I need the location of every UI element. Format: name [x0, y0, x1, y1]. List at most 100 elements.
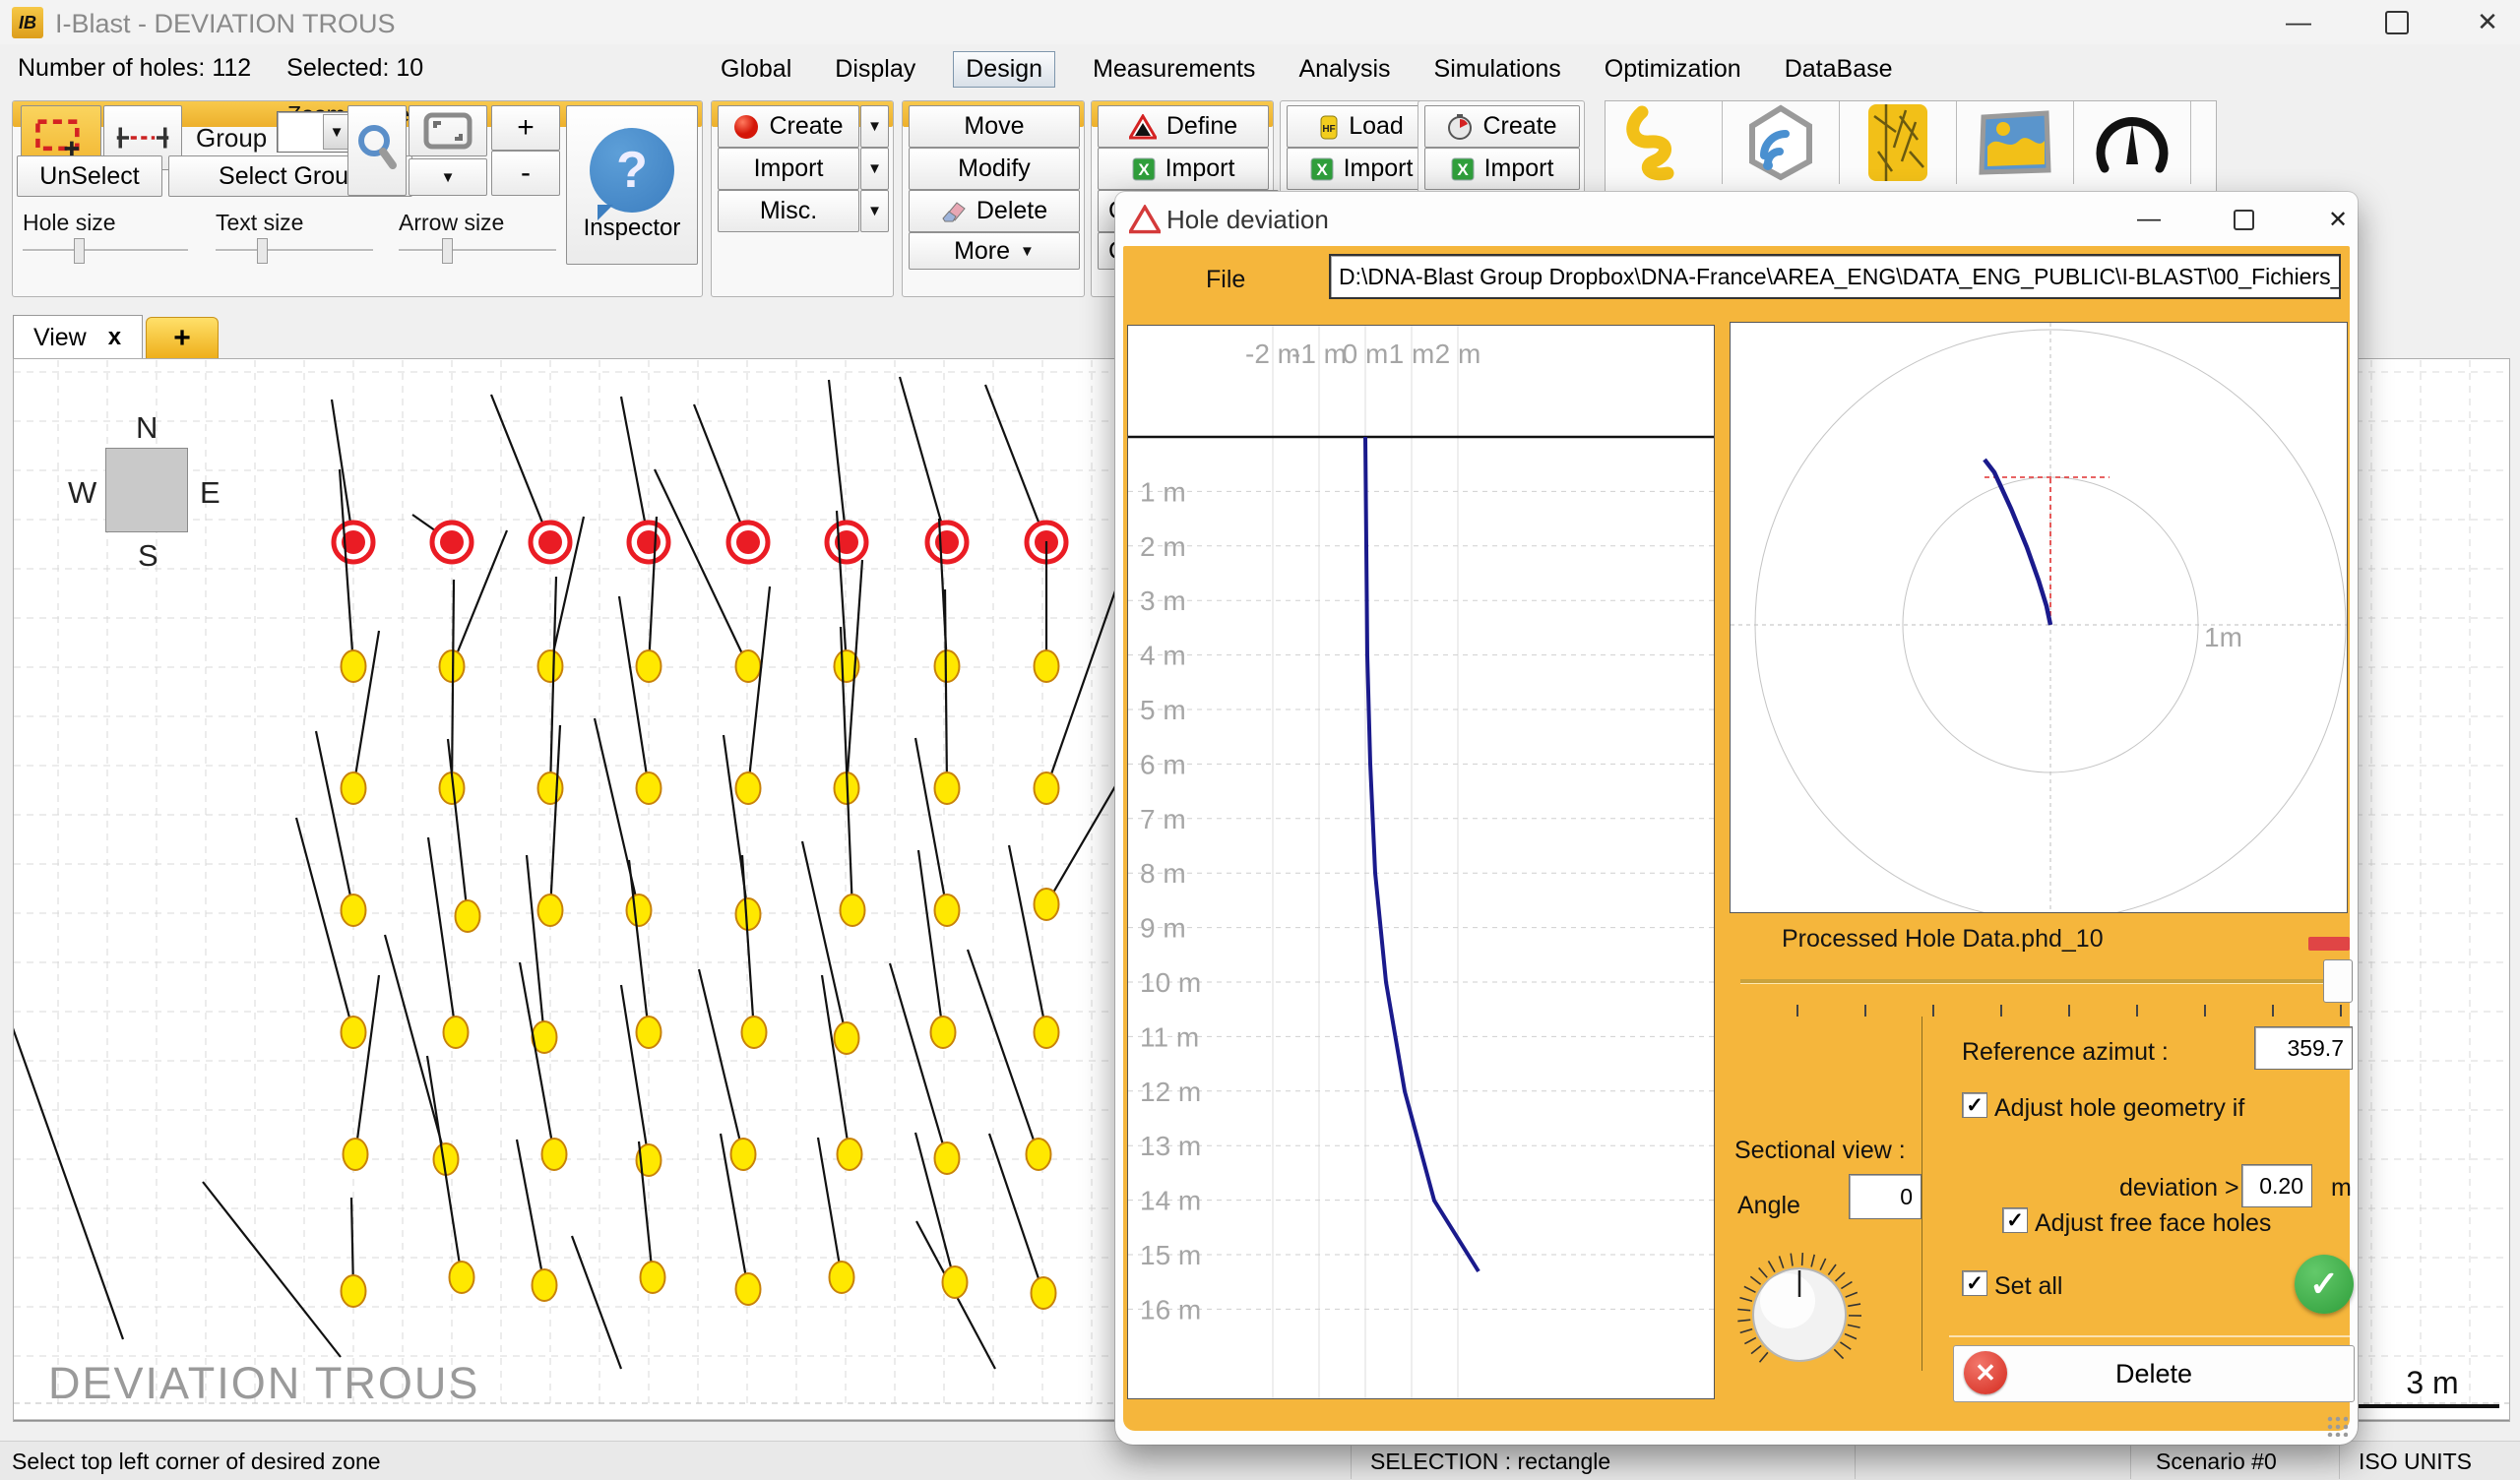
- misc-holes-button[interactable]: Misc.: [718, 190, 859, 232]
- hole-line: [915, 738, 947, 910]
- slider-thumb[interactable]: [257, 238, 268, 264]
- import-holes-button[interactable]: Import: [718, 148, 859, 190]
- blast-hole: [935, 1142, 960, 1174]
- arrow-size-slider[interactable]: [399, 249, 556, 252]
- apply-button[interactable]: ✓: [2295, 1255, 2354, 1314]
- blast-hole: [456, 900, 480, 932]
- zoom-button[interactable]: [347, 105, 407, 196]
- angle-knob[interactable]: [1734, 1250, 1864, 1380]
- menu-measurements[interactable]: Measurements: [1087, 52, 1261, 87]
- shield-signal-icon[interactable]: [1723, 101, 1840, 184]
- file-path-input[interactable]: D:\DNA-Blast Group Dropbox\DNA-France\AR…: [1329, 254, 2341, 299]
- reference-azimut-input[interactable]: 359.7: [2254, 1026, 2353, 1070]
- unselect-button[interactable]: UnSelect: [17, 155, 162, 197]
- blast-hole: [943, 1266, 968, 1298]
- dialog-maximize-button[interactable]: [2216, 200, 2271, 239]
- window-minimize-button[interactable]: —: [2264, 0, 2333, 44]
- import-timing-button[interactable]: X Import: [1424, 148, 1580, 190]
- zoom-extents-button[interactable]: [409, 105, 487, 156]
- set-all-checkbox[interactable]: ✓: [1962, 1270, 1987, 1296]
- delete-deviation-button[interactable]: ✕ Delete: [1953, 1345, 2355, 1402]
- processed-file-tag: Processed Hole Data.phd_10: [1782, 925, 2104, 954]
- hole-line: [619, 596, 649, 788]
- slider-thumb[interactable]: [74, 238, 85, 264]
- hole-line: [655, 469, 748, 666]
- plan-view-panel: 1m2m: [1730, 322, 2348, 913]
- tab-view[interactable]: View x: [13, 315, 143, 359]
- blast-hole: [931, 1017, 956, 1048]
- maximize-icon: [2234, 210, 2254, 230]
- move-button[interactable]: Move: [909, 105, 1080, 148]
- zoom-extents-dropdown[interactable]: ▼: [409, 158, 487, 196]
- misc-holes-dropdown[interactable]: ▼: [860, 190, 889, 232]
- dialog-minimize-button[interactable]: —: [2121, 200, 2176, 239]
- svg-text:8 m: 8 m: [1140, 858, 1186, 889]
- group-dropdown[interactable]: ▼: [277, 111, 353, 153]
- squiggle-icon[interactable]: [1606, 101, 1723, 184]
- blast-hole: [1035, 889, 1059, 920]
- hole-line: [968, 950, 1039, 1154]
- hole-slider-thumb[interactable]: [2323, 959, 2353, 1003]
- blast-hole: [342, 894, 366, 926]
- menu-display[interactable]: Display: [829, 52, 921, 87]
- dialog-titlebar[interactable]: Hole deviation — ✕: [1115, 192, 2358, 246]
- slider-thumb[interactable]: [442, 238, 453, 264]
- statusbar-separator: [1855, 1444, 1856, 1479]
- selected-hole-center: [637, 530, 661, 554]
- create-hole-dropdown[interactable]: ▼: [860, 105, 889, 148]
- blast-hole: [1035, 772, 1059, 804]
- measure-icon: [115, 124, 170, 152]
- menu-optimization[interactable]: Optimization: [1599, 52, 1747, 87]
- rock-texture-icon[interactable]: [1840, 101, 1957, 184]
- angle-input[interactable]: 0: [1849, 1174, 1922, 1219]
- azimuth-tick: [2136, 1005, 2138, 1017]
- create-hole-button[interactable]: Create: [718, 105, 859, 148]
- zoom-out-button[interactable]: -: [491, 151, 560, 196]
- chevron-down-icon: ▼: [323, 114, 350, 150]
- menu-simulations[interactable]: Simulations: [1428, 52, 1567, 87]
- inspector-button[interactable]: ? Inspector: [566, 105, 698, 265]
- svg-text:10 m: 10 m: [1140, 967, 1201, 998]
- define-button[interactable]: Define: [1098, 105, 1269, 148]
- window-close-button[interactable]: ✕: [2453, 0, 2520, 44]
- deviation-input[interactable]: 0.20: [2241, 1164, 2312, 1207]
- create-timing-button[interactable]: Create: [1424, 105, 1580, 148]
- window-maximize-button[interactable]: [2362, 0, 2431, 44]
- menu-analysis[interactable]: Analysis: [1292, 52, 1396, 87]
- blast-hole: [342, 1275, 366, 1307]
- menu-design[interactable]: Design: [953, 51, 1055, 88]
- menu-database[interactable]: DataBase: [1779, 52, 1899, 87]
- more-button[interactable]: More▼: [909, 232, 1080, 270]
- status-scenario: Scenario #0: [2156, 1449, 2277, 1475]
- import-load-button[interactable]: X Import: [1287, 148, 1436, 190]
- zoom-in-button[interactable]: +: [491, 105, 560, 151]
- toolbar-group-zoom-select: Group ▼ UnSelect Select Group ▼ + - ? In…: [12, 100, 703, 297]
- dialog-resize-grip[interactable]: [2326, 1415, 2348, 1437]
- blast-hole: [1035, 650, 1059, 682]
- dialog-close-button[interactable]: ✕: [2310, 200, 2365, 239]
- adjust-hole-geometry-checkbox[interactable]: ✓: [1962, 1092, 1987, 1118]
- red-hole-line: [900, 377, 947, 542]
- load-button[interactable]: HF Load: [1287, 105, 1436, 148]
- menu-global[interactable]: Global: [715, 52, 797, 87]
- chevron-down-icon: ▼: [441, 169, 456, 186]
- gauge-icon[interactable]: [2074, 101, 2191, 184]
- magnifier-icon: [355, 122, 399, 179]
- tab-close-icon[interactable]: x: [108, 324, 121, 351]
- adjust-free-face-checkbox[interactable]: ✓: [2002, 1207, 2028, 1233]
- fit-view-icon: [423, 112, 472, 150]
- text-size-slider[interactable]: [216, 249, 373, 252]
- hole-deviation-dialog: Hole deviation — ✕ File D:\DNA-Blast Gro…: [1115, 192, 2358, 1445]
- inspector-question-icon: ?: [590, 128, 674, 213]
- import-holes-dropdown[interactable]: ▼: [860, 148, 889, 190]
- menubar: Number of holes: 112 Selected: 10 Global…: [0, 44, 2520, 95]
- delete-holes-button[interactable]: Delete: [909, 190, 1080, 232]
- tab-add-button[interactable]: +: [146, 317, 219, 359]
- blast-hole: [538, 650, 563, 682]
- hole-slider-track[interactable]: [1740, 979, 2353, 984]
- statusbar: Select top left corner of desired zone S…: [0, 1441, 2520, 1480]
- map-icon[interactable]: [1957, 101, 2074, 184]
- hole-size-slider[interactable]: [23, 249, 188, 252]
- modify-button[interactable]: Modify: [909, 148, 1080, 190]
- import-free-face-button[interactable]: X Import: [1098, 148, 1269, 190]
